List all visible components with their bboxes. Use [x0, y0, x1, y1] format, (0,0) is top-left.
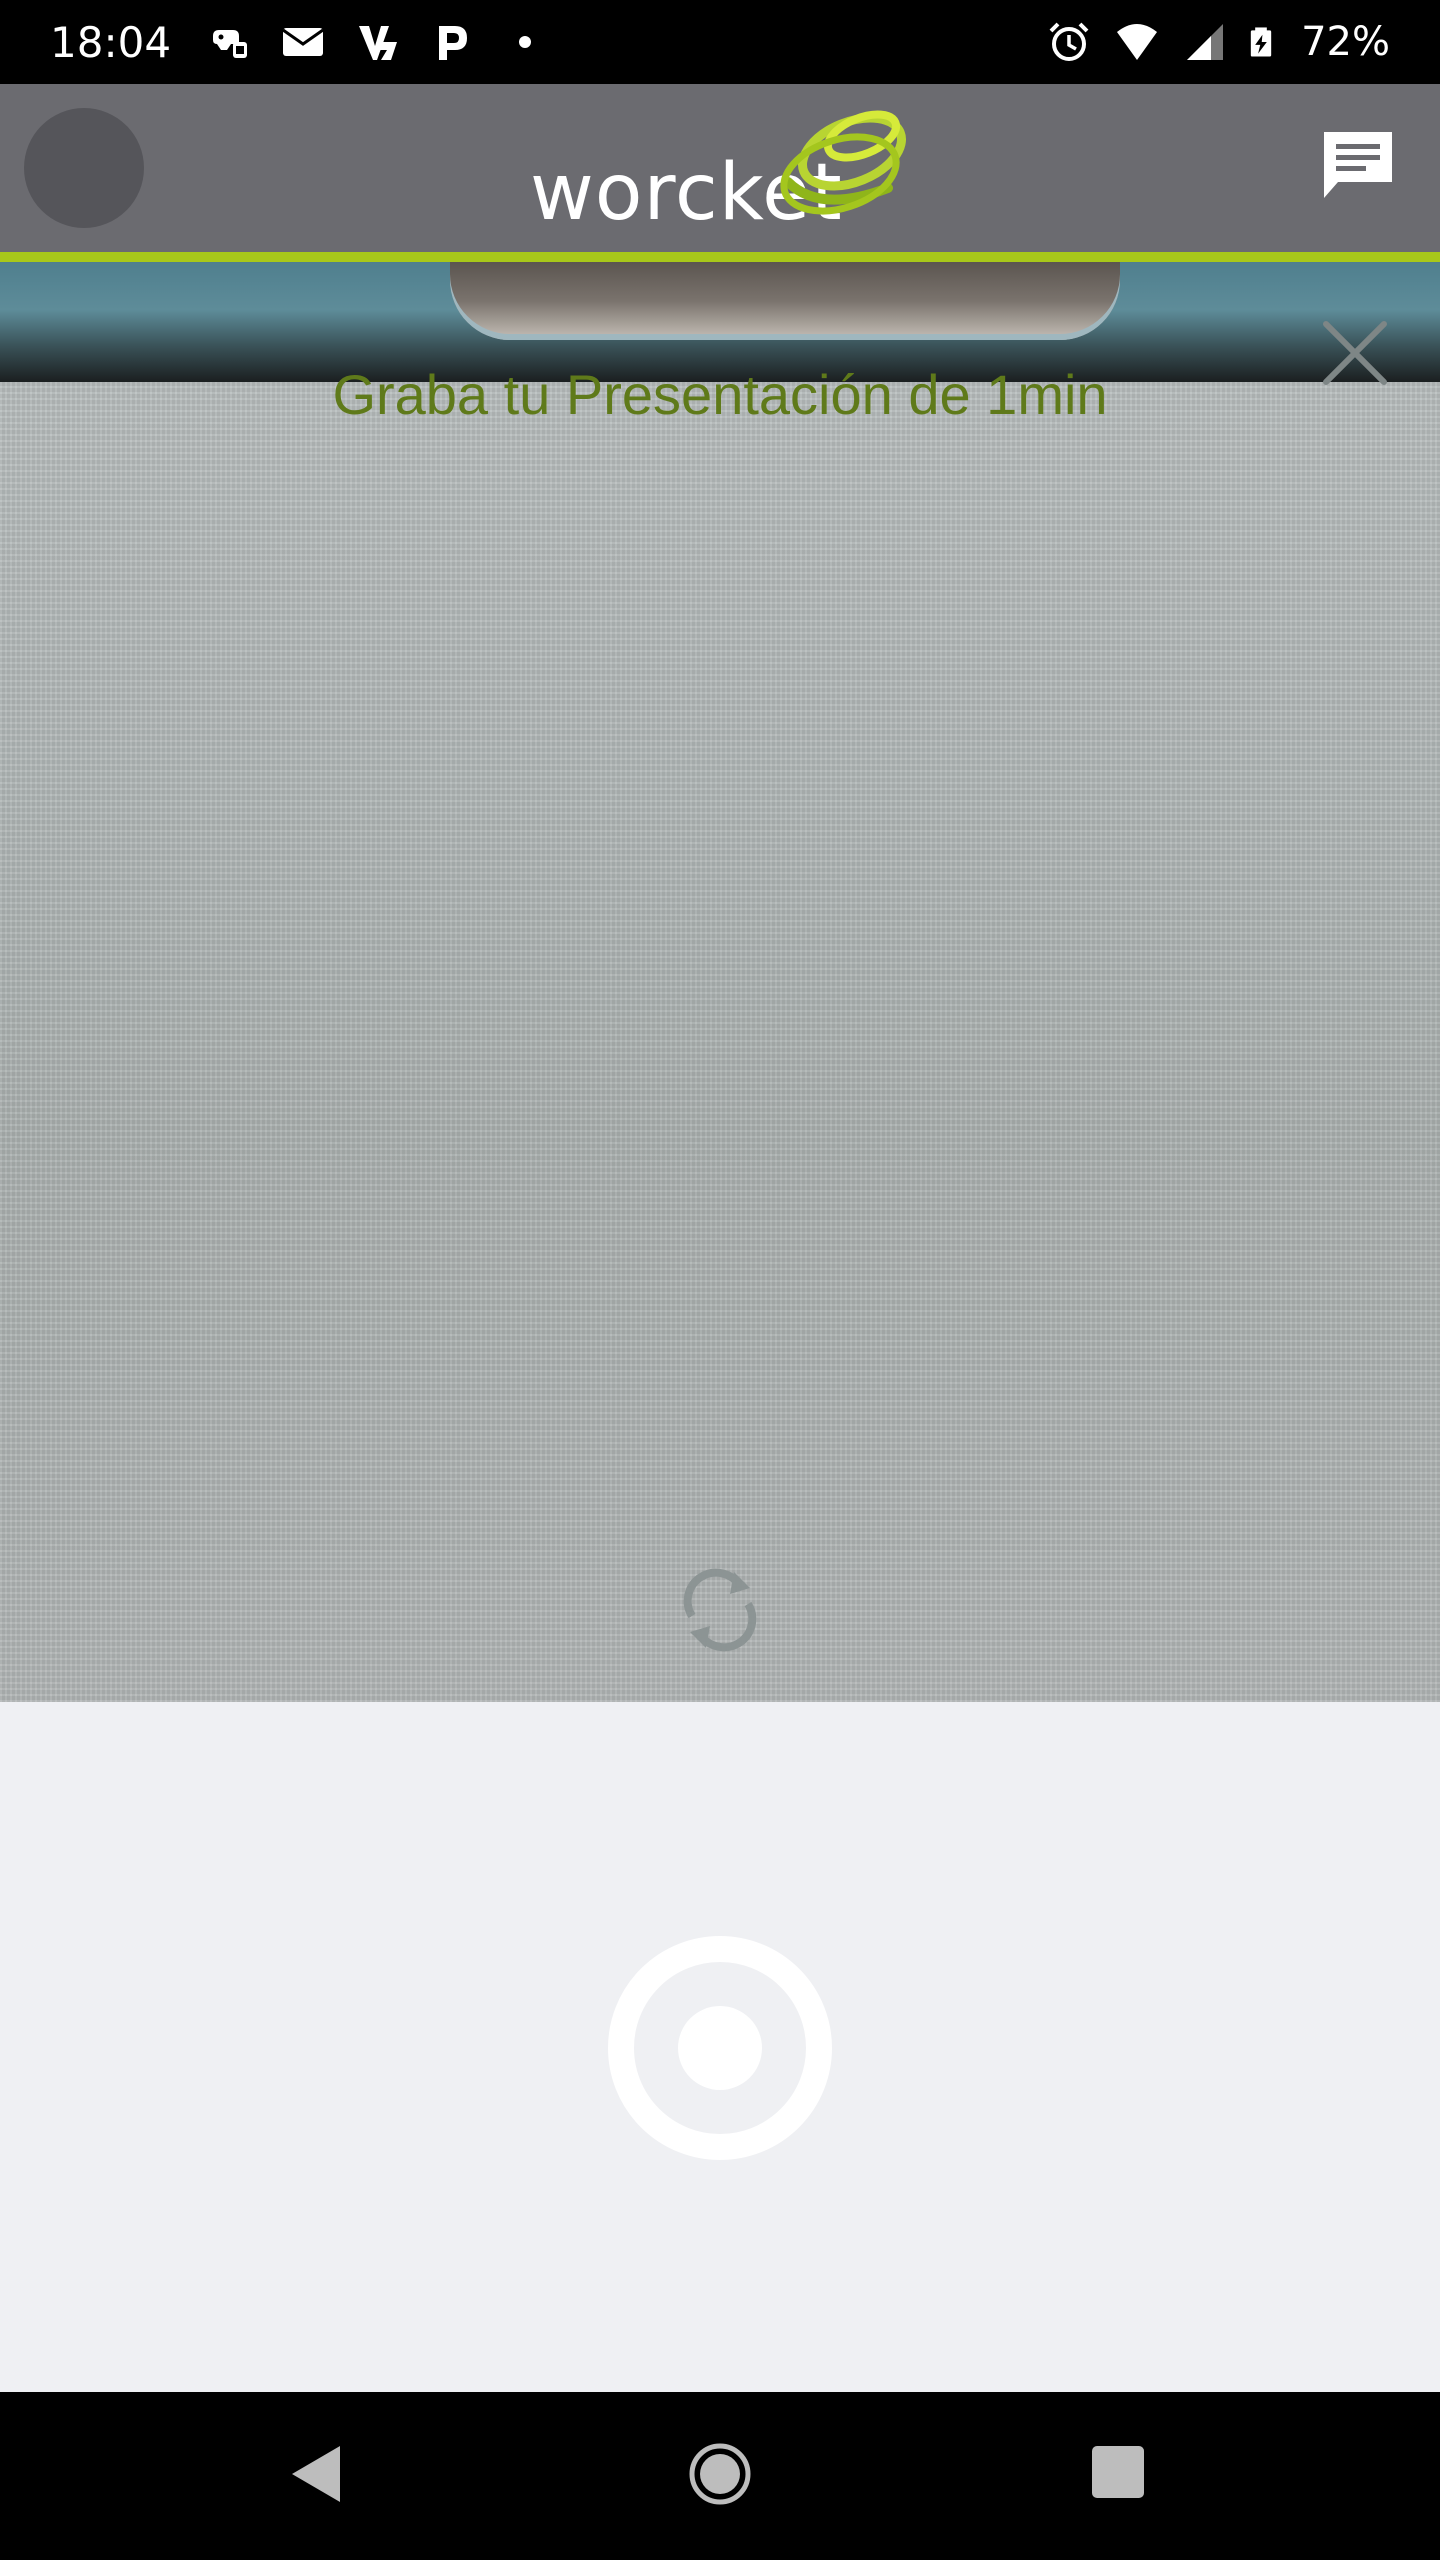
mail-icon: [282, 28, 324, 56]
recording-title: Graba tu Presentación de 1min: [332, 363, 1108, 426]
avatar[interactable]: [24, 108, 144, 228]
logo-mark-icon: [780, 110, 907, 215]
signal-icon: [1187, 24, 1224, 60]
recents-button[interactable]: [1090, 2444, 1146, 2500]
close-button[interactable]: [1320, 318, 1390, 388]
worcket-logo: worcket: [530, 104, 910, 238]
record-button[interactable]: [608, 1936, 832, 2160]
home-button[interactable]: [688, 2442, 752, 2506]
battery-percentage: 72%: [1301, 19, 1390, 65]
header-accent-line: [0, 252, 1440, 262]
camera-preview: Graba tu Presentación de 1min: [0, 262, 1440, 1702]
battery-charging-icon: [1250, 27, 1272, 57]
status-icons-left: [207, 20, 547, 64]
vpn-icon: [359, 26, 398, 60]
back-button[interactable]: [288, 2442, 344, 2506]
game-controller-icon: [213, 30, 248, 58]
dot-icon: [519, 36, 532, 48]
switch-camera-icon[interactable]: [676, 1560, 764, 1660]
app-header: worcket: [0, 84, 1440, 252]
status-time: 18:04: [50, 17, 172, 67]
record-icon: [678, 2006, 762, 2090]
status-bar: 18:04 72%: [0, 0, 1440, 84]
navigation-bar: [0, 2392, 1440, 2560]
camera-scene-device-slot: [450, 262, 1120, 340]
alarm-icon: [1049, 22, 1089, 61]
wifi-icon: [1117, 24, 1158, 60]
p-app-icon: [439, 26, 468, 60]
chat-button[interactable]: [1320, 128, 1396, 204]
controls-panel: [0, 1702, 1440, 2392]
status-icons-right: 72%: [1047, 19, 1390, 65]
